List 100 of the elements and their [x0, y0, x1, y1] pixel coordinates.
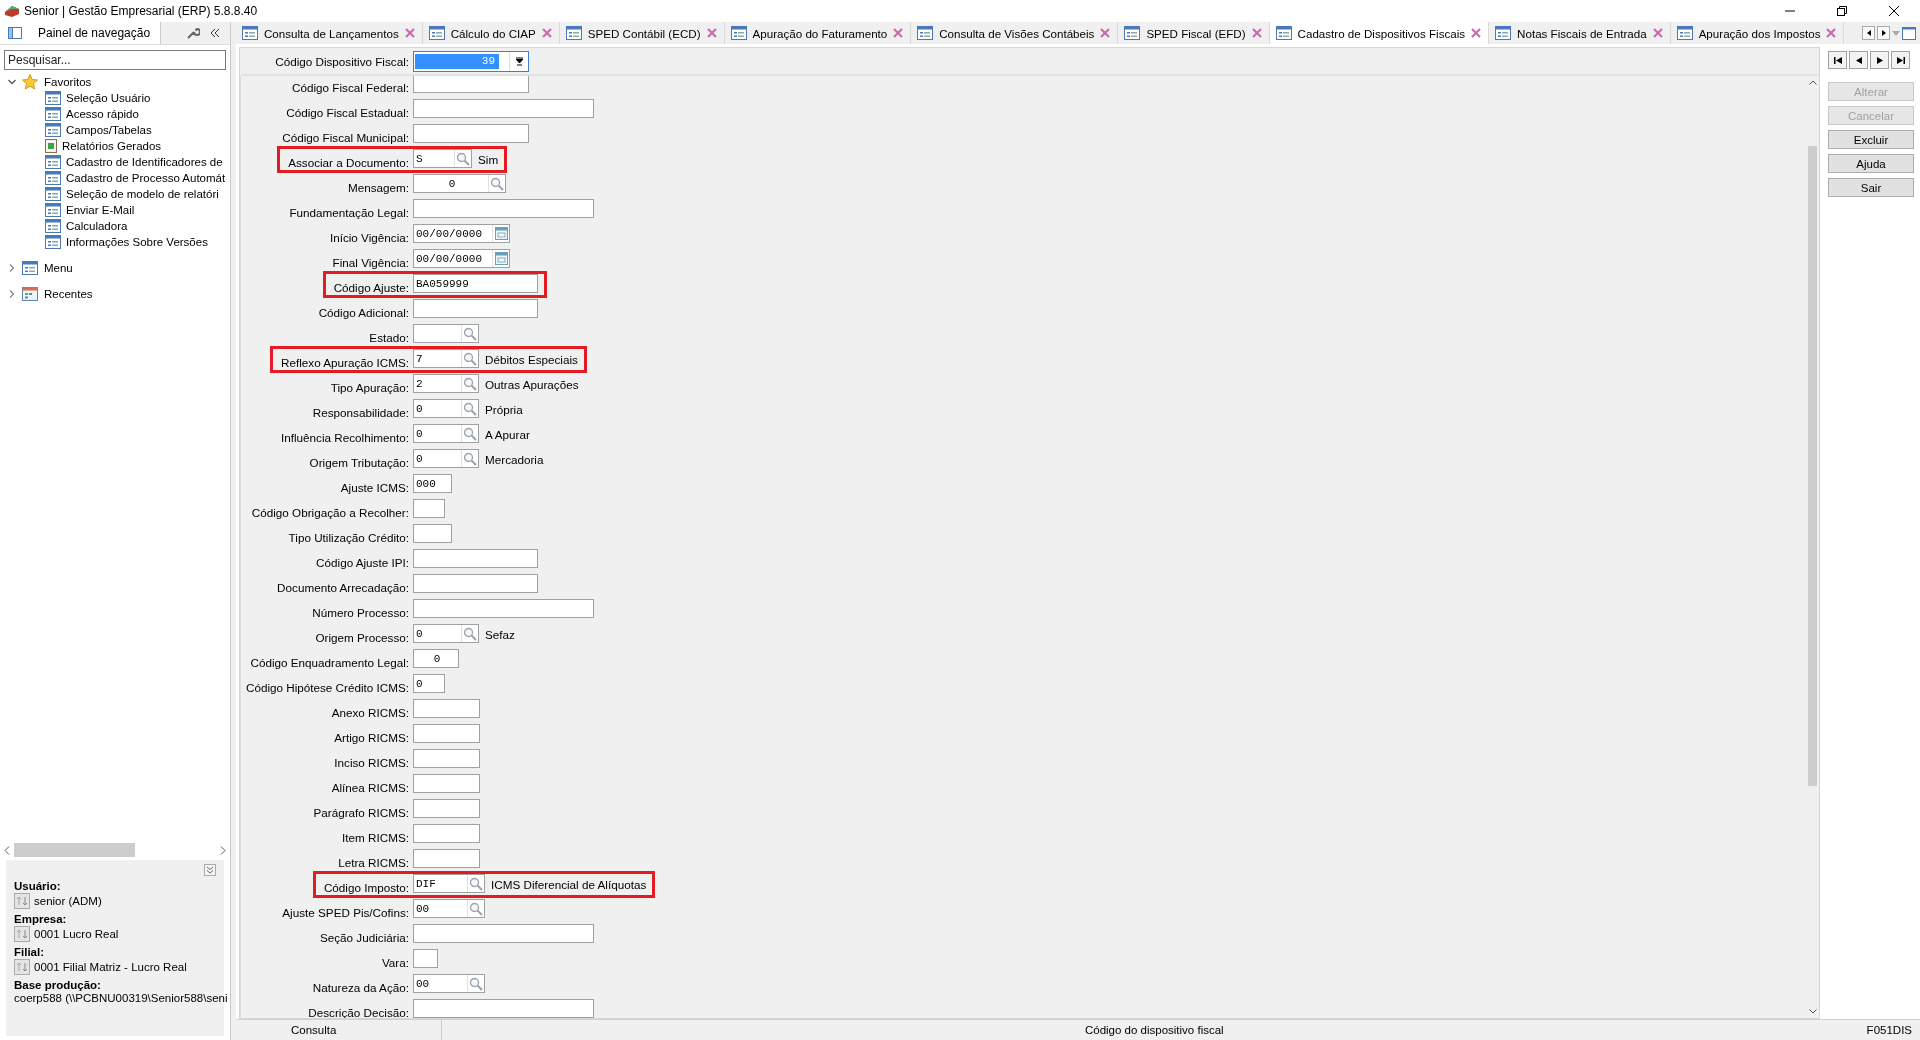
lookup-field[interactable]: 0	[413, 424, 479, 443]
expanded-chevron-icon[interactable]	[8, 78, 16, 86]
lookup-field[interactable]	[413, 324, 479, 343]
tree-item[interactable]: Acesso rápido	[66, 108, 139, 120]
lookup-field[interactable]: 0	[413, 449, 479, 468]
field-description: Sim	[478, 153, 499, 166]
form-icon	[45, 171, 61, 185]
tree-item[interactable]: Enviar E-Mail	[66, 204, 135, 216]
tree-item[interactable]: Recentes	[44, 288, 93, 300]
scroll-down-icon[interactable]	[1808, 1009, 1817, 1014]
input-field[interactable]	[413, 799, 480, 818]
scroll-up-icon[interactable]	[1808, 80, 1817, 85]
input-field[interactable]	[413, 99, 594, 118]
scroll-right-icon[interactable]	[220, 845, 226, 855]
dropdown-triangle-icon[interactable]	[1892, 30, 1900, 36]
close-tab-icon[interactable]	[541, 28, 552, 38]
switch-icon[interactable]	[14, 959, 30, 975]
input-field[interactable]: BA059999	[413, 274, 538, 293]
input-field[interactable]	[413, 599, 594, 618]
close-tab-icon[interactable]	[1826, 28, 1837, 38]
previous-record-button[interactable]	[1849, 51, 1868, 69]
input-field[interactable]	[413, 199, 594, 218]
field-label: Artigo RICMS:	[334, 731, 409, 744]
last-record-button[interactable]	[1891, 51, 1910, 69]
input-field[interactable]	[413, 549, 538, 568]
tab-scroll-left-button[interactable]	[1862, 26, 1875, 40]
input-field[interactable]	[413, 699, 480, 718]
input-field[interactable]	[413, 76, 529, 93]
input-field[interactable]	[413, 949, 438, 968]
close-tab-icon[interactable]	[706, 28, 717, 38]
collapse-icon[interactable]	[210, 28, 220, 38]
input-field[interactable]: 000	[413, 474, 452, 493]
input-field[interactable]	[413, 724, 480, 743]
lookup-field[interactable]: S	[413, 149, 472, 168]
action-button[interactable]: Sair	[1828, 178, 1914, 197]
next-record-button[interactable]	[1870, 51, 1889, 69]
input-field[interactable]	[413, 499, 445, 518]
search-field[interactable]: Pesquisar...	[4, 50, 226, 70]
close-tab-icon[interactable]	[404, 28, 415, 38]
tree-item[interactable]: Relatórios Gerados	[62, 140, 162, 152]
switch-icon[interactable]	[14, 893, 30, 909]
lookup-field[interactable]: 2	[413, 374, 479, 393]
info-label: Empresa:	[14, 913, 68, 925]
tree-item[interactable]: Menu	[44, 262, 73, 274]
close-tab-icon[interactable]	[1251, 28, 1262, 38]
collapsed-chevron-icon[interactable]	[8, 264, 16, 272]
tree-item[interactable]: Cadastro de Identificadores de	[66, 156, 223, 168]
tab-scroll-right-button[interactable]	[1877, 26, 1890, 40]
previous-record-icon	[1854, 56, 1863, 64]
document-tab[interactable]: Cadastro de Dispositivos Fiscais	[1269, 22, 1490, 44]
input-field[interactable]	[413, 774, 480, 793]
input-field[interactable]	[413, 124, 529, 143]
action-button[interactable]: Excluir	[1828, 130, 1914, 149]
expand-icon[interactable]	[204, 864, 216, 876]
window-icon[interactable]	[1902, 26, 1916, 40]
field-label: Código Ajuste IPI:	[316, 556, 409, 569]
restore-icon[interactable]	[1837, 6, 1847, 16]
input-field[interactable]: 0	[413, 674, 445, 693]
first-record-button[interactable]	[1828, 51, 1847, 69]
date-field[interactable]: 00/00/0000	[413, 224, 510, 243]
input-field[interactable]	[413, 824, 480, 843]
panel-tab[interactable]: Painel de navegação	[0, 22, 162, 44]
action-button[interactable]: Ajuda	[1828, 154, 1914, 173]
collapsed-chevron-icon[interactable]	[8, 290, 16, 298]
input-field[interactable]	[413, 999, 594, 1018]
lookup-field[interactable]: DIF	[413, 874, 485, 893]
close-icon[interactable]	[1889, 6, 1899, 16]
input-field[interactable]	[413, 924, 594, 943]
scrollbar-thumb[interactable]	[1808, 146, 1817, 786]
tree-item[interactable]: Informações Sobre Versões	[66, 236, 208, 248]
lookup-field[interactable]: 00	[413, 899, 485, 918]
input-field[interactable]	[413, 299, 538, 318]
lookup-field[interactable]: 0	[413, 174, 506, 193]
date-field[interactable]: 00/00/0000	[413, 249, 510, 268]
input-field[interactable]	[413, 849, 480, 868]
switch-icon[interactable]	[14, 926, 30, 942]
lookup-field[interactable]: 7	[413, 349, 479, 368]
tree-item[interactable]: Seleção de modelo de relatóri	[66, 188, 219, 200]
lookup-field[interactable]: 00	[413, 974, 485, 993]
input-field[interactable]	[413, 574, 538, 593]
form-icon	[1495, 26, 1512, 40]
lookup-field[interactable]: 0	[413, 624, 479, 643]
tree-item[interactable]: Calculadora	[66, 220, 128, 232]
tree-item[interactable]: Favoritos	[44, 76, 92, 88]
search-icon	[490, 176, 504, 191]
close-tab-icon[interactable]	[1471, 28, 1482, 38]
tree-item[interactable]: Seleção Usuário	[66, 92, 151, 104]
tree-item[interactable]: Campos/Tabelas	[66, 124, 152, 136]
tree-item[interactable]: Cadastro de Processo Automát	[66, 172, 226, 184]
scrollbar-thumb[interactable]	[14, 843, 136, 857]
lookup-field[interactable]: 0	[413, 399, 479, 418]
input-field[interactable]: 0	[413, 649, 459, 668]
field-description: Própria	[485, 403, 523, 416]
input-field[interactable]	[413, 524, 452, 543]
input-field[interactable]	[413, 749, 480, 768]
close-tab-icon[interactable]	[893, 28, 904, 38]
close-tab-icon[interactable]	[1652, 28, 1663, 38]
close-tab-icon[interactable]	[1100, 28, 1111, 38]
field-label: Código Fiscal Municipal:	[282, 131, 409, 144]
scroll-left-icon[interactable]	[4, 845, 10, 855]
